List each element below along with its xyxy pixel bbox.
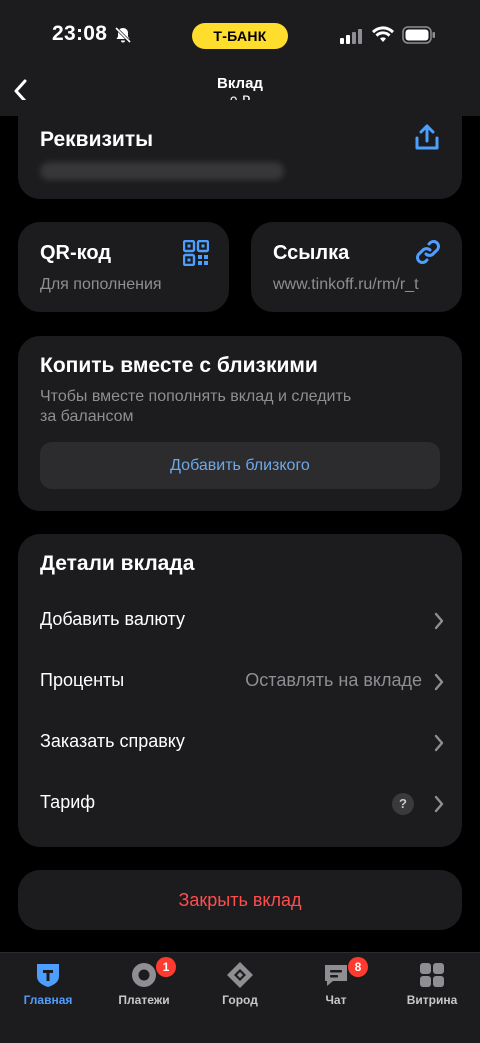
chevron-right-icon [434, 734, 444, 752]
requisites-blurred-value [40, 162, 284, 180]
tab-bar: Главная 1 Платежи Город 8 Чат Витрина [0, 952, 480, 1043]
details-title: Детали вклада [40, 552, 195, 575]
row-value: Оставлять на вкладе [245, 670, 422, 690]
chevron-right-icon [434, 795, 444, 813]
save-with-family-card: Копить вместе с близкими Чтобы вместе по… [18, 336, 462, 511]
tab-label: Город [222, 993, 258, 1007]
family-description-line1: Чтобы вместе пополнять вклад и следить [40, 388, 352, 405]
link-card[interactable]: Ссылка www.tinkoff.ru/rm/r_t [251, 222, 462, 312]
status-bar: 23:08 Т-БАНК [0, 0, 480, 70]
row-label: Добавить валюту [40, 609, 185, 629]
row-label: Заказать справку [40, 731, 185, 751]
payments-badge: 1 [156, 957, 176, 977]
grid-icon [420, 963, 444, 987]
family-description-line2: за балансом [40, 408, 134, 425]
chevron-right-icon [434, 612, 444, 630]
tab-home[interactable]: Главная [0, 953, 96, 1023]
tab-label: Витрина [406, 993, 458, 1007]
family-title: Копить вместе с близкими [40, 354, 318, 377]
link-title: Ссылка [273, 242, 350, 264]
tab-showcase[interactable]: Витрина [384, 953, 480, 1023]
deposit-details-card: Детали вклада Добавить валюту Проценты О… [18, 534, 462, 847]
requisites-title: Реквизиты [40, 128, 154, 151]
help-icon[interactable]: ? [392, 793, 414, 815]
tab-label: Чат [325, 993, 347, 1007]
payments-icon [132, 963, 156, 987]
details-row-add-currency[interactable]: Добавить валюту [18, 596, 462, 646]
close-deposit-button[interactable]: Закрыть вклад [18, 870, 462, 930]
details-row-interest[interactable]: Проценты Оставлять на вкладе [18, 657, 462, 707]
details-row-order-statement[interactable]: Заказать справку [18, 718, 462, 768]
city-icon [227, 962, 253, 988]
tab-chat[interactable]: 8 Чат [288, 953, 384, 1023]
chat-badge: 8 [348, 957, 368, 977]
row-label: Тариф [40, 792, 96, 812]
battery-icon [402, 26, 435, 44]
home-shield-icon [37, 964, 59, 987]
tab-city[interactable]: Город [192, 953, 288, 1023]
brand-badge: Т-БАНК [192, 23, 288, 49]
page-title: Вклад [217, 75, 263, 92]
link-url: www.tinkoff.ru/rm/r_t [273, 276, 419, 293]
row-label: Проценты [40, 670, 125, 690]
qr-code-icon [183, 240, 209, 266]
link-icon [416, 240, 440, 264]
tab-label: Главная [23, 993, 73, 1007]
signal-icon [340, 29, 362, 44]
status-time: 23:08 [52, 22, 108, 45]
requisites-card[interactable]: Реквизиты [18, 100, 462, 199]
tab-payments[interactable]: 1 Платежи [96, 953, 192, 1023]
bell-off-icon [114, 26, 132, 44]
chevron-right-icon [434, 673, 444, 691]
qr-title: QR-код [40, 242, 112, 264]
share-icon[interactable] [414, 124, 440, 152]
chat-icon [325, 965, 347, 986]
qr-subtitle: Для пополнения [40, 276, 162, 293]
close-deposit-card: Закрыть вклад [18, 870, 462, 930]
details-row-tariff[interactable]: Тариф ? [18, 779, 462, 829]
wifi-icon [372, 26, 394, 42]
qr-code-card[interactable]: QR-код Для пополнения [18, 222, 229, 312]
add-relative-button[interactable]: Добавить близкого [40, 442, 440, 489]
tab-label: Платежи [118, 993, 170, 1007]
